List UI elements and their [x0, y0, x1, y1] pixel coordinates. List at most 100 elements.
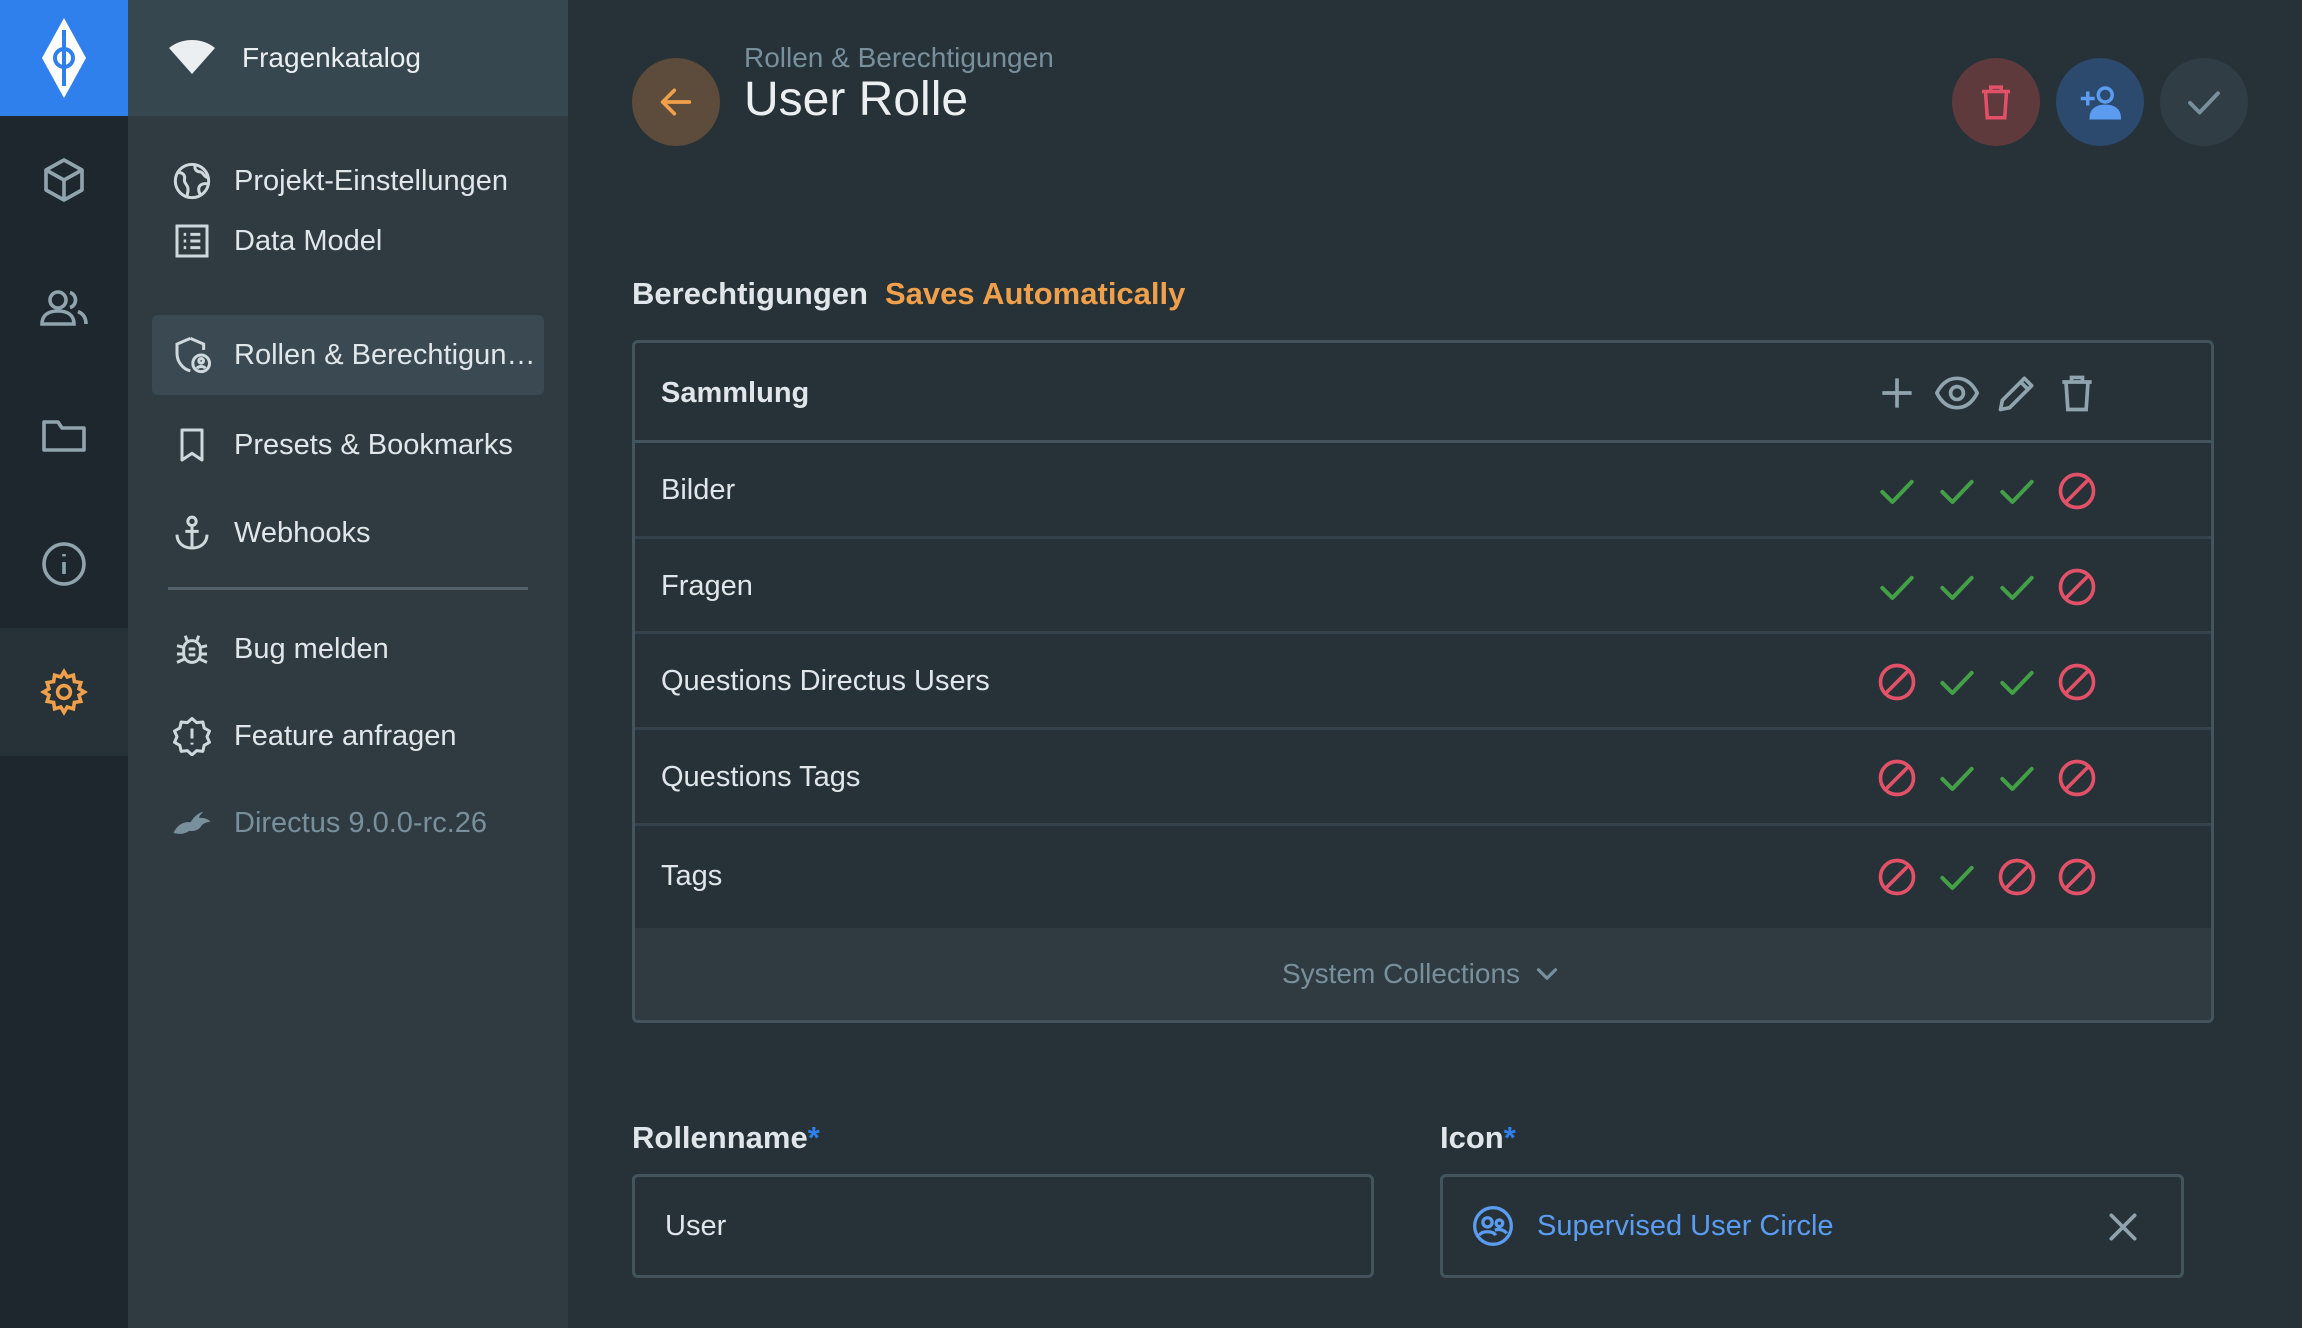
- icon-select[interactable]: Supervised User Circle: [1440, 1174, 2184, 1278]
- plus-icon: [1873, 369, 1921, 417]
- block-icon-create-permission[interactable]: [1873, 658, 1921, 706]
- nav-label: Feature anfragen: [234, 719, 457, 752]
- block-icon-delete-permission[interactable]: [2053, 754, 2101, 802]
- check-icon-read-permission[interactable]: [1933, 467, 1981, 515]
- collection-name: Questions Tags: [661, 761, 861, 793]
- system-collections-toggle[interactable]: System Collections: [635, 928, 2211, 1020]
- permissions-title: Berechtigungen: [632, 276, 868, 311]
- table-row: Fragen: [635, 539, 2211, 634]
- nav-divider: [168, 587, 528, 590]
- new-releases-icon: [173, 717, 211, 756]
- collection-name: Fragen: [661, 570, 753, 602]
- role-name-label: Rollenname*: [632, 1120, 820, 1156]
- nav-label: Presets & Bookmarks: [234, 428, 513, 461]
- chevron-down-icon: [1536, 968, 1558, 980]
- table-row: Questions Tags: [635, 730, 2211, 826]
- nav-label: Bug melden: [234, 632, 389, 665]
- table-row: Bilder: [635, 443, 2211, 539]
- arrow-back-icon: [660, 88, 692, 116]
- block-icon-delete-permission[interactable]: [2053, 467, 2101, 515]
- breadcrumb[interactable]: Rollen & Berechtigungen: [744, 42, 1054, 74]
- module-bar: [0, 0, 128, 1328]
- check-icon-update-permission[interactable]: [1993, 467, 2041, 515]
- trash-icon: [2053, 369, 2101, 417]
- check-icon-update-permission[interactable]: [1993, 563, 2041, 611]
- delete-icon: [1982, 85, 2010, 120]
- role-name-label-text: Rollenname: [632, 1120, 808, 1155]
- check-icon-create-permission[interactable]: [1873, 467, 1921, 515]
- table-row: Questions Directus Users: [635, 634, 2211, 730]
- nav-item-version[interactable]: Directus 9.0.0-rc.26: [152, 783, 544, 863]
- module-content-box-icon[interactable]: [0, 116, 128, 244]
- invite-user-icon: [2080, 86, 2121, 120]
- check-icon-read-permission[interactable]: [1933, 563, 1981, 611]
- permissions-table-header: Sammlung: [635, 343, 2211, 443]
- eye-icon: [1933, 369, 1981, 417]
- required-marker: *: [807, 1120, 820, 1155]
- block-icon-delete-permission[interactable]: [2053, 853, 2101, 901]
- nav-item-webhooks[interactable]: Webhooks: [152, 493, 544, 573]
- check-icon: [2188, 91, 2220, 115]
- check-icon-read-permission[interactable]: [1933, 853, 1981, 901]
- pencil-icon: [1993, 369, 2041, 417]
- save-button[interactable]: [2160, 58, 2248, 146]
- nav-label: Webhooks: [234, 516, 371, 549]
- collection-name: Tags: [661, 860, 723, 892]
- shield-icon: [175, 336, 211, 374]
- back-button[interactable]: [632, 58, 720, 146]
- collection-name: Bilder: [661, 474, 736, 506]
- icon-label: Icon*: [1440, 1120, 1516, 1156]
- delete-role-button[interactable]: [1952, 58, 2040, 146]
- settings-navigation: Fragenkatalog Projekt-Einstellungen Data…: [128, 0, 568, 1328]
- nav-item-presets-bookmarks[interactable]: Presets & Bookmarks: [152, 405, 544, 485]
- block-icon-update-permission[interactable]: [1993, 853, 2041, 901]
- table-row: Tags: [635, 826, 2211, 928]
- nav-item-data-model[interactable]: Data Model: [152, 201, 544, 281]
- supervised-user-circle-icon: [1473, 1206, 1513, 1246]
- nav-item-feature-anfragen[interactable]: Feature anfragen: [152, 696, 544, 776]
- bookmark-icon: [180, 428, 204, 462]
- globe-icon: [173, 162, 211, 200]
- nav-label: Projekt-Einstellungen: [234, 164, 509, 197]
- icon-label-text: Icon: [1440, 1120, 1504, 1155]
- column-header-sammlung: Sammlung: [661, 377, 810, 409]
- check-icon-create-permission[interactable]: [1873, 563, 1921, 611]
- system-collections-label: System Collections: [1281, 958, 1521, 989]
- nav-label: Directus 9.0.0-rc.26: [234, 806, 488, 839]
- required-marker: *: [1503, 1120, 1516, 1155]
- check-icon-update-permission[interactable]: [1993, 754, 2041, 802]
- directus-logo-icon[interactable]: [0, 0, 128, 116]
- page-title: User Rolle: [744, 73, 969, 126]
- main-content: Rollen & Berechtigungen User Rolle Berec…: [568, 0, 2302, 1328]
- check-icon-read-permission[interactable]: [1933, 658, 1981, 706]
- close-icon[interactable]: [2103, 1207, 2143, 1247]
- check-icon-read-permission[interactable]: [1933, 754, 1981, 802]
- block-icon-delete-permission[interactable]: [2053, 563, 2101, 611]
- project-name: Fragenkatalog: [242, 42, 422, 73]
- nav-label: Data Model: [234, 224, 383, 257]
- saves-automatically-note: Saves Automatically: [885, 276, 1186, 311]
- check-icon-update-permission[interactable]: [1993, 658, 2041, 706]
- project-header[interactable]: Fragenkatalog: [128, 0, 568, 116]
- nav-item-bug-melden[interactable]: Bug melden: [152, 609, 544, 689]
- invite-user-button[interactable]: [2056, 58, 2144, 146]
- nav-item-rollen-berechtigungen[interactable]: Rollen & Berechtigungen: [152, 315, 544, 395]
- block-icon-delete-permission[interactable]: [2053, 658, 2101, 706]
- role-name-input[interactable]: [632, 1174, 1374, 1278]
- module-users-icon[interactable]: [0, 244, 128, 372]
- collection-name: Questions Directus Users: [661, 665, 990, 697]
- block-icon-create-permission[interactable]: [1873, 754, 1921, 802]
- module-files-folder-icon[interactable]: [0, 372, 128, 500]
- wifi-icon: [169, 40, 215, 74]
- module-info-icon[interactable]: [0, 500, 128, 628]
- rabbit-icon: [173, 811, 211, 834]
- icon-value: Supervised User Circle: [1537, 1209, 1834, 1242]
- permissions-table: Sammlung Bilder Fragen Questions Directus …: [632, 340, 2214, 1023]
- block-icon-create-permission[interactable]: [1873, 853, 1921, 901]
- nav-label: Rollen & Berechtigungen: [234, 338, 544, 371]
- list-icon: [175, 224, 209, 258]
- module-settings-gear-icon[interactable]: [0, 628, 128, 756]
- app: Fragenkatalog Projekt-Einstellungen Data…: [0, 0, 2302, 1328]
- bug-icon: [176, 635, 208, 664]
- anchor-icon: [175, 515, 209, 550]
